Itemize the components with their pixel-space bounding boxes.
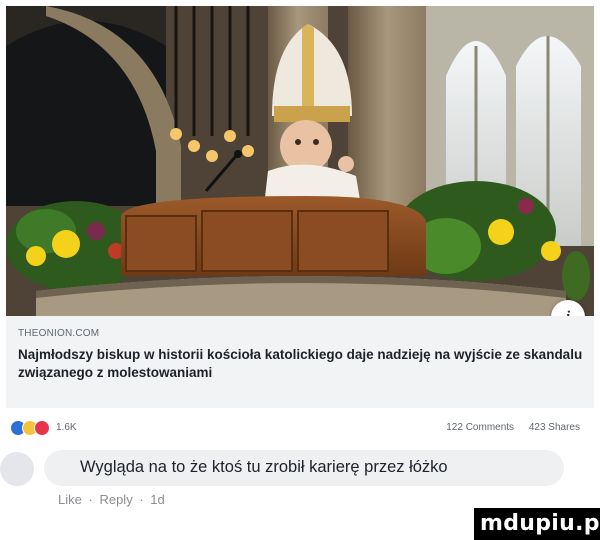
- shares-count[interactable]: 423 Shares: [529, 422, 580, 433]
- love-icon[interactable]: [34, 420, 50, 436]
- separator: ·: [139, 492, 144, 507]
- reactions-bar: 1.6K 122 Comments 423 Shares: [10, 418, 590, 440]
- comments-count[interactable]: 122 Comments: [446, 422, 514, 433]
- like-link[interactable]: Like: [58, 492, 82, 507]
- comment-text: Wygląda na to że ktoś tu zrobił karierę …: [80, 458, 448, 476]
- watermark-text: mdupiu.pl: [480, 511, 600, 536]
- comment-actions: Like · Reply · 1d: [58, 492, 168, 507]
- comment-time[interactable]: 1d: [150, 492, 164, 507]
- reaction-count[interactable]: 1.6K: [56, 422, 77, 433]
- commenter-avatar[interactable]: [0, 452, 34, 486]
- link-preview[interactable]: THEONION.COM Najmłodszy biskup w histori…: [6, 316, 594, 408]
- post-image[interactable]: [6, 6, 594, 316]
- link-title[interactable]: Najmłodszy biskup w historii kościoła ka…: [18, 346, 588, 382]
- engagement-stats: 122 Comments 423 Shares: [434, 422, 580, 433]
- comment-bubble: Wygląda na to że ktoś tu zrobił karierę …: [44, 450, 564, 486]
- link-domain: THEONION.COM: [18, 328, 100, 339]
- separator: ·: [88, 492, 93, 507]
- reply-link[interactable]: Reply: [99, 492, 132, 507]
- watermark: mdupiu.pl: [474, 508, 600, 540]
